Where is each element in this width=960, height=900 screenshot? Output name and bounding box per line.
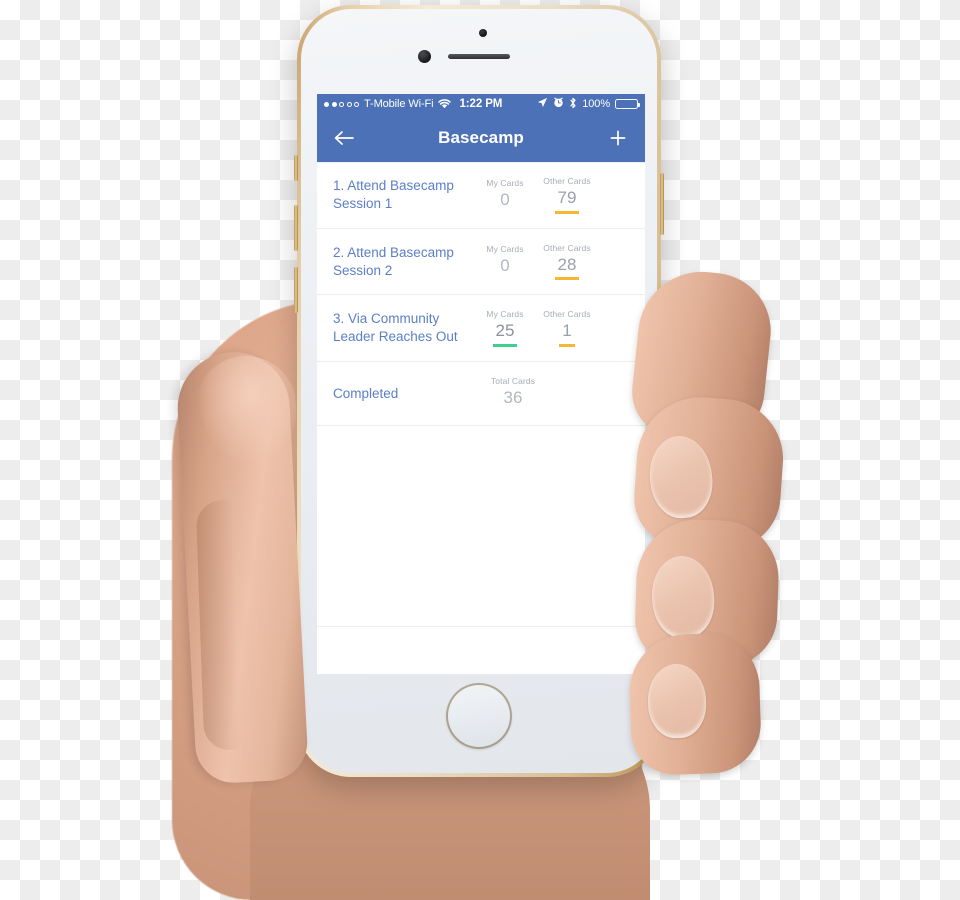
row-title: Completed: [333, 385, 399, 401]
metric-label: Other Cards: [543, 176, 591, 186]
metric-label: My Cards: [486, 244, 524, 255]
earpiece-speaker-icon: [448, 54, 510, 59]
table-row[interactable]: Completed Total Cards 36: [317, 362, 645, 426]
phone-face: T-Mobile Wi-Fi 1:22 PM 100% Basecamp 1. …: [301, 9, 657, 773]
row-title: 3. Via Community Leader Reaches Out: [333, 311, 458, 345]
metric-total-cards: Total Cards 36: [474, 376, 552, 411]
metric-other-cards: Other Cards 1: [536, 309, 598, 348]
volume-up-button[interactable]: [294, 205, 298, 251]
funnel-stage-list: 1. Attend Basecamp Session 1 My Cards 0 …: [317, 162, 645, 627]
metric-label: My Cards: [486, 309, 524, 320]
table-row[interactable]: 3. Via Community Leader Reaches Out My C…: [317, 295, 645, 363]
metric-value: 25: [492, 322, 518, 348]
signal-strength-icon: [324, 101, 359, 107]
metric-value: 36: [503, 388, 523, 408]
phone-device: T-Mobile Wi-Fi 1:22 PM 100% Basecamp 1. …: [294, 5, 664, 777]
power-button[interactable]: [660, 173, 664, 235]
status-bar: T-Mobile Wi-Fi 1:22 PM 100%: [317, 94, 645, 114]
alarm-clock-icon: [553, 97, 564, 111]
metric-other-cards: Other Cards 79: [536, 176, 598, 214]
battery-percent-label: 100%: [582, 98, 610, 110]
bluetooth-icon: [569, 97, 577, 112]
metric-value: 0: [500, 189, 510, 209]
carrier-label: T-Mobile Wi-Fi: [364, 98, 434, 110]
status-time: 1:22 PM: [459, 98, 503, 110]
volume-down-button[interactable]: [294, 267, 298, 313]
metric-value: 79: [554, 188, 580, 214]
metric-label: Total Cards: [490, 376, 536, 387]
navigation-bar: Basecamp: [317, 114, 645, 162]
metric-value: 28: [554, 255, 580, 281]
row-title: 1. Attend Basecamp Session 1: [333, 178, 454, 211]
metric-my-cards: My Cards 0: [474, 178, 536, 213]
table-row[interactable]: 1. Attend Basecamp Session 1 My Cards 0 …: [317, 162, 645, 229]
row-title: 2. Attend Basecamp Session 2: [333, 244, 454, 278]
metric-label: Other Cards: [543, 242, 591, 253]
status-bar-right: 100%: [537, 97, 640, 112]
wifi-icon: [437, 99, 451, 109]
front-camera-icon: [418, 50, 431, 63]
table-row[interactable]: 2. Attend Basecamp Session 2 My Cards 0 …: [317, 229, 645, 296]
silent-switch[interactable]: [294, 155, 298, 181]
list-empty-space: [317, 425, 645, 627]
mockup-stage: T-Mobile Wi-Fi 1:22 PM 100% Basecamp 1. …: [0, 0, 960, 900]
metric-my-cards: My Cards 25: [474, 309, 536, 348]
metric-label: Other Cards: [543, 309, 591, 320]
location-arrow-icon: [537, 97, 548, 111]
proximity-sensor-icon: [479, 29, 487, 37]
home-button[interactable]: [446, 683, 512, 749]
phone-screen: T-Mobile Wi-Fi 1:22 PM 100% Basecamp 1. …: [317, 94, 645, 674]
back-arrow-icon[interactable]: [329, 123, 359, 153]
metric-my-cards: My Cards 0: [474, 244, 536, 279]
battery-icon: [615, 99, 640, 109]
metric-value: 1: [559, 322, 575, 348]
metric-value: 0: [500, 256, 510, 276]
page-title: Basecamp: [438, 128, 524, 147]
plus-icon[interactable]: [603, 123, 633, 153]
metric-other-cards: Other Cards 28: [536, 243, 598, 281]
metric-label: My Cards: [486, 177, 524, 188]
